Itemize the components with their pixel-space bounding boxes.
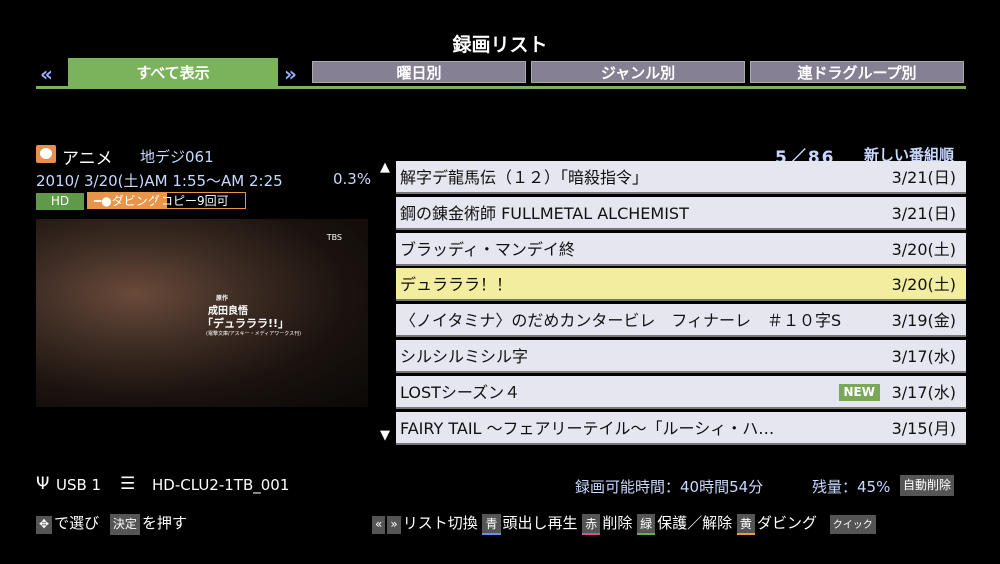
green-hint: 保護／解除 xyxy=(657,514,733,532)
recording-title: ブラッディ・マンデイ終 xyxy=(400,239,575,259)
new-badge: NEW xyxy=(838,383,880,401)
recording-row[interactable]: シルシルミシル字 3/17(水) xyxy=(396,340,966,373)
prev-key-icon: « xyxy=(372,516,386,534)
recordable-time: 録画可能時間：40時間54分 xyxy=(575,478,764,496)
dpad-icon: ✥ xyxy=(36,516,53,534)
scroll-up-icon[interactable]: ▲ xyxy=(380,160,390,175)
recording-date: 3/19(金) xyxy=(891,311,956,331)
recording-date: 3/17(水) xyxy=(891,347,956,366)
tab-genre[interactable]: ジャンル別 xyxy=(531,61,745,83)
recording-row[interactable]: デュラララ！！ 3/20(土) xyxy=(396,268,966,302)
recording-row[interactable]: 鋼の錬金術師 FULLMETAL ALCHEMIST 3/21(日) xyxy=(396,196,966,230)
recording-row[interactable]: FAIRY TAIL ～フェアリーテイル～「ルーシィ・ハ… 3/15(月) xyxy=(396,411,966,445)
station-logo: TBS xyxy=(326,233,342,242)
tab-next-icon[interactable]: » xyxy=(284,62,297,86)
tab-prev-icon[interactable]: « xyxy=(40,62,53,86)
anime-genre-icon xyxy=(36,145,56,163)
dubbing-label: ダビング xyxy=(111,194,160,208)
recording-row[interactable]: ブラッディ・マンデイ終 3/20(土) xyxy=(396,232,966,266)
yellow-key: 黄 xyxy=(736,514,755,535)
recording-title: 鋼の錬金術師 FULLMETAL ALCHEMIST xyxy=(400,203,689,223)
video-preview: TBS 原作 成田良悟 「デュラララ!!」 (電撃文庫/アスキー・メディアワーク… xyxy=(36,219,368,407)
recording-title: 解字デ龍馬伝（１２）「暗殺指令」 xyxy=(400,168,649,187)
recording-date: 3/21(日) xyxy=(891,168,956,187)
yellow-hint: ダビング xyxy=(756,514,817,532)
tab-underline xyxy=(36,86,966,89)
page-title: 録画リスト xyxy=(452,34,548,56)
overlay-role: 原作 xyxy=(216,295,229,302)
footer-left: ✥ で選び 決定 を押す xyxy=(36,512,187,535)
auto-delete-button[interactable]: 自動削除 xyxy=(900,475,955,496)
recording-row[interactable]: LOSTシーズン４ NEW 3/17(水) xyxy=(396,375,966,409)
device-label: USB 1 xyxy=(56,476,102,494)
channel-label: 地デジ061 xyxy=(140,148,214,166)
remaining-capacity: 残量：45% xyxy=(812,478,891,496)
recording-date: 3/20(土) xyxy=(891,239,956,259)
red-hint: 削除 xyxy=(602,514,633,532)
red-key: 赤 xyxy=(582,514,601,535)
footer-right: «» リスト切換 青頭出し再生 赤削除 緑保護／解除 黄ダビング クイック xyxy=(372,512,878,535)
tab-all[interactable]: すべて表示 xyxy=(68,58,278,86)
recording-title: FAIRY TAIL ～フェアリーテイル～「ルーシィ・ハ… xyxy=(400,418,775,438)
recording-row[interactable]: 解字デ龍馬伝（１２）「暗殺指令」 3/21(日) xyxy=(396,161,966,194)
green-key: 緑 xyxy=(637,514,656,535)
select-hint: で選び xyxy=(54,514,100,532)
tab-series[interactable]: 連ドラグループ別 xyxy=(750,61,964,83)
recording-date: 3/20(土) xyxy=(891,275,956,295)
copy-badge: コピー9回可 xyxy=(154,192,246,209)
hdd-icon: ☰ xyxy=(120,474,136,494)
usb-icon: Ψ xyxy=(36,474,50,494)
recording-row[interactable]: 〈ノイタミナ〉のだめカンタービレ フィナーレ ＃１０字S 3/19(金) xyxy=(396,304,966,338)
press-hint: を押す xyxy=(141,514,187,532)
recording-date: 3/21(日) xyxy=(891,203,956,223)
next-key-icon: » xyxy=(387,516,401,534)
tab-weekday[interactable]: 曜日別 xyxy=(312,61,526,83)
recording-title: デュラララ！！ xyxy=(400,275,513,295)
drive-label: HD-CLU2-1TB_001 xyxy=(152,476,290,494)
recording-title: 〈ノイタミナ〉のだめカンタービレ フィナーレ ＃１０字S xyxy=(400,311,842,331)
recording-date: 3/17(水) xyxy=(891,382,956,402)
quick-key: クイック xyxy=(829,515,876,534)
overlay-work: 「デュラララ!!」 xyxy=(202,317,290,330)
enter-key: 決定 xyxy=(109,514,140,535)
recording-title: LOSTシーズン４ xyxy=(400,382,521,402)
hd-badge: HD xyxy=(36,193,84,210)
list-switch-hint: リスト切換 xyxy=(402,514,478,532)
size-percent: 0.3% xyxy=(333,170,372,188)
scroll-down-icon[interactable]: ▼ xyxy=(380,428,390,443)
genre-label: アニメ xyxy=(62,149,113,169)
broadcast-datetime: 2010/ 3/20(土)AM 1:55～AM 2:25 xyxy=(36,172,283,190)
recording-date: 3/15(月) xyxy=(891,418,956,438)
blue-key: 青 xyxy=(482,514,501,535)
overlay-publisher: (電撃文庫/アスキー・メディアワークス刊) xyxy=(206,331,302,337)
recording-title: シルシルミシル字 xyxy=(400,347,529,366)
key-icon: ━● xyxy=(94,194,112,208)
blue-hint: 頭出し再生 xyxy=(502,514,578,532)
